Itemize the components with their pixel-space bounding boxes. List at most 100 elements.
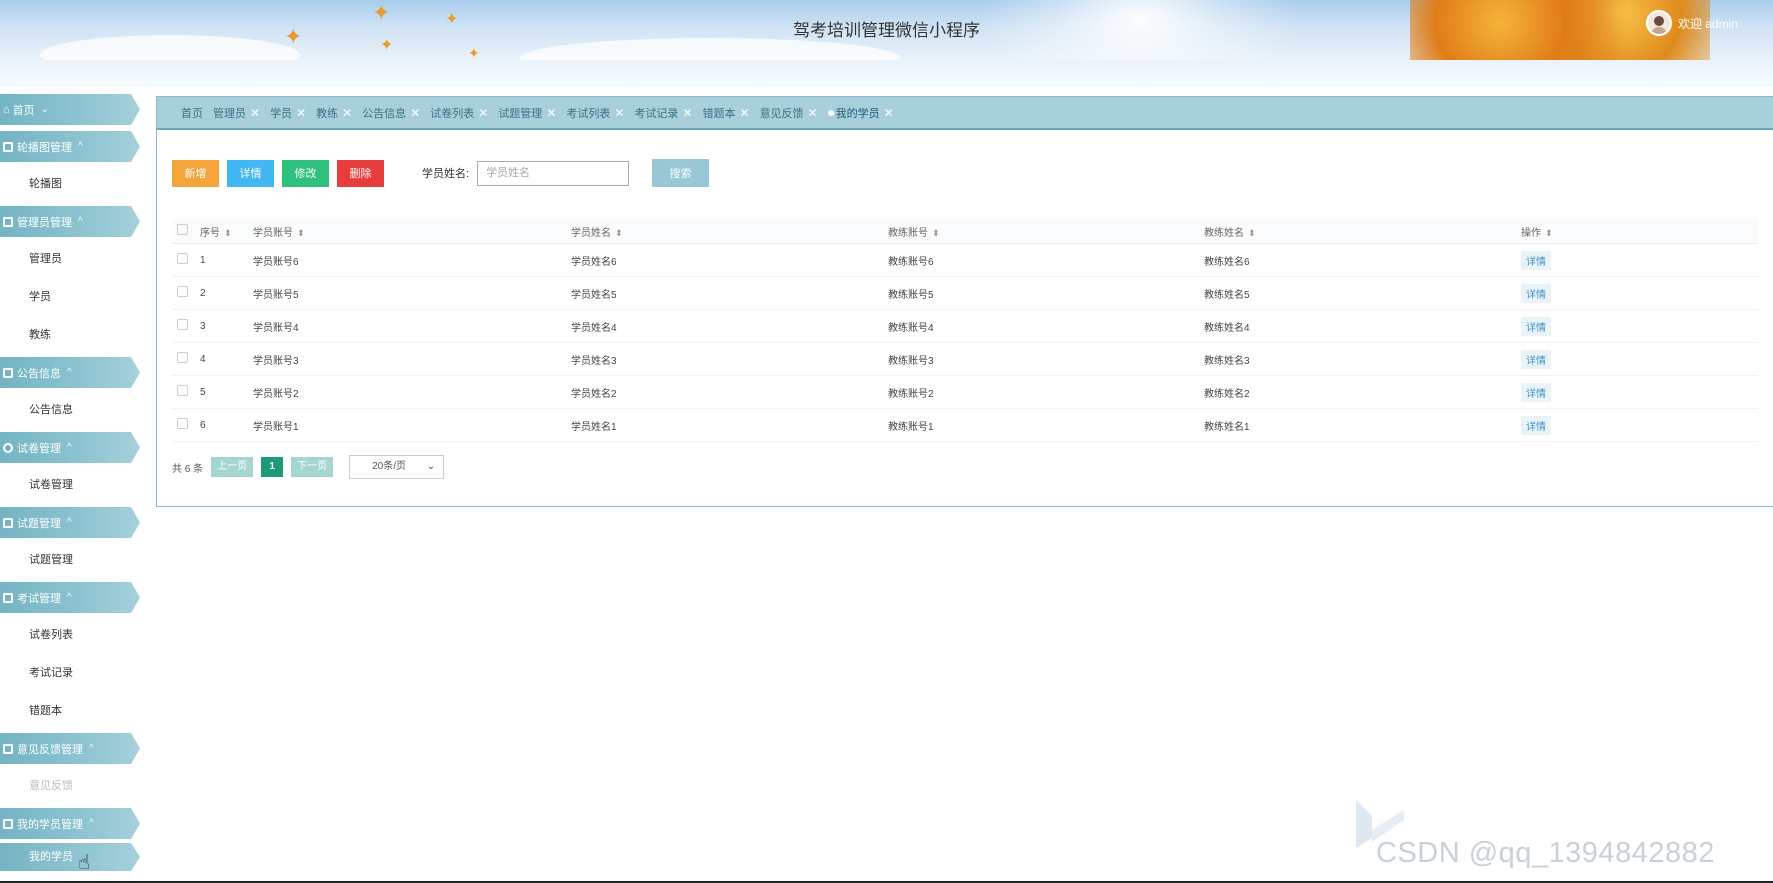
sidebar-item-feedback[interactable]: 意见反馈 [0, 770, 142, 802]
column-header-label: 操作 [1521, 227, 1541, 239]
sidebar-item-coach[interactable]: 教练 [0, 319, 142, 351]
tab-exam-list[interactable]: 考试列表 ✕ [566, 105, 624, 121]
sidebar-item-wrong-book[interactable]: 错题本 [0, 695, 142, 727]
close-icon[interactable]: ✕ [410, 106, 420, 120]
chevron-up-icon: ^ [67, 592, 72, 603]
close-icon[interactable]: ✕ [740, 106, 750, 120]
column-header-label: 学员账号 [253, 227, 293, 239]
sidebar-group-paper[interactable]: 试卷管理 ^ [0, 432, 140, 463]
search-button[interactable]: 搜索 [652, 159, 710, 187]
close-icon[interactable]: ✕ [884, 106, 894, 120]
sidebar-item-my-students[interactable]: 我的学员 [0, 843, 140, 871]
tab-wrong-book[interactable]: 错题本 ✕ [703, 105, 750, 121]
row-checkbox[interactable] [177, 418, 188, 429]
column-header[interactable]: 教练姓名 ⬍ [1204, 224, 1521, 239]
tab-feedback[interactable]: 意见反馈 ✕ [760, 105, 818, 121]
table-row[interactable]: 1 学员账号6 学员姓名6 教练账号6 教练姓名6 详情 [172, 244, 1758, 277]
row-detail-button[interactable]: 详情 [1521, 415, 1551, 435]
close-icon[interactable]: ✕ [682, 106, 692, 120]
sort-icon[interactable]: ⬍ [615, 228, 623, 238]
sidebar-group-admin[interactable]: 管理员管理 ^ [0, 206, 140, 237]
sidebar-group-exam[interactable]: 考试管理 ^ [0, 582, 140, 613]
close-icon[interactable]: ✕ [250, 106, 260, 120]
close-icon[interactable]: ✕ [342, 106, 352, 120]
row-detail-button[interactable]: 详情 [1521, 382, 1551, 402]
table-cell: 教练姓名1 [1204, 421, 1250, 433]
sidebar-group-home[interactable]: ⌂ 首页 ⌄ [0, 94, 140, 125]
pagination-total: 共 6 条 [172, 463, 204, 475]
sidebar-item-paper[interactable]: 试卷管理 [0, 469, 142, 501]
edit-button[interactable]: 修改 [282, 159, 329, 187]
table-cell: 教练账号3 [888, 355, 934, 367]
sort-icon[interactable]: ⬍ [297, 228, 305, 238]
page-number-button[interactable]: 1 [261, 457, 284, 477]
sidebar-group-my-students[interactable]: 我的学员管理 ^ [0, 808, 140, 839]
table-cell: 学员账号4 [253, 322, 299, 334]
sidebar-item-notice[interactable]: 公告信息 [0, 394, 142, 426]
tab-my-students[interactable]: 我的学员 ✕ [827, 105, 894, 121]
row-detail-button[interactable]: 详情 [1521, 316, 1551, 336]
sort-icon[interactable]: ⬍ [1545, 228, 1553, 238]
close-icon[interactable]: ✕ [808, 106, 818, 120]
add-button[interactable]: 新增 [172, 159, 219, 187]
tab-admin[interactable]: 管理员 ✕ [213, 105, 260, 121]
row-detail-button[interactable]: 详情 [1521, 349, 1551, 369]
avatar[interactable] [1645, 10, 1672, 36]
table-row[interactable]: 5 学员账号2 学员姓名2 教练账号2 教练姓名2 详情 [172, 376, 1758, 409]
tab-paper-list[interactable]: 试卷列表 ✕ [430, 105, 488, 121]
row-checkbox[interactable] [177, 286, 188, 297]
row-checkbox[interactable] [177, 352, 188, 363]
column-header[interactable]: 教练账号 ⬍ [888, 224, 1204, 239]
prev-page-button[interactable]: 上一页 [211, 457, 254, 477]
column-header[interactable]: 学员姓名 ⬍ [571, 224, 888, 239]
user-menu[interactable]: 欢迎 admin [1645, 10, 1738, 36]
tab-exam-record[interactable]: 考试记录 ✕ [634, 105, 692, 121]
column-header[interactable]: 学员账号 ⬍ [253, 224, 571, 239]
admin-icon [3, 216, 13, 227]
column-header[interactable]: 序号 ⬍ [200, 224, 253, 239]
tab-coach[interactable]: 教练 ✕ [316, 105, 352, 121]
select-all-checkbox[interactable] [177, 224, 188, 235]
sort-icon[interactable]: ⬍ [932, 228, 940, 238]
detail-button[interactable]: 详情 [227, 159, 274, 187]
close-icon[interactable]: ✕ [614, 106, 624, 120]
row-checkbox[interactable] [177, 385, 188, 396]
close-icon[interactable]: ✕ [478, 106, 488, 120]
close-icon[interactable]: ✕ [296, 106, 306, 120]
search-input[interactable] [477, 160, 630, 186]
table-cell: 教练姓名3 [1204, 355, 1250, 367]
table-row[interactable]: 3 学员账号4 学员姓名4 教练账号4 教练姓名4 详情 [172, 310, 1758, 343]
row-checkbox[interactable] [177, 319, 188, 330]
row-detail-button[interactable]: 详情 [1521, 250, 1551, 270]
sidebar-group-question[interactable]: 试题管理 ^ [0, 507, 140, 538]
hand-cursor-icon: ☝ [78, 852, 91, 874]
table-row[interactable]: 2 学员账号5 学员姓名5 教练账号5 教练姓名5 详情 [172, 277, 1758, 310]
sidebar-item-exam-record[interactable]: 考试记录 [0, 657, 142, 689]
tab-home[interactable]: 首页 [181, 105, 203, 121]
sidebar-item-admin[interactable]: 管理员 [0, 243, 142, 275]
table-cell: 教练账号5 [888, 289, 934, 301]
tab-notice[interactable]: 公告信息 ✕ [362, 105, 420, 121]
sort-icon[interactable]: ⬍ [1248, 228, 1256, 238]
row-checkbox[interactable] [177, 253, 188, 264]
sidebar-group-carousel[interactable]: 轮播图管理 ^ [0, 131, 140, 162]
welcome-text[interactable]: 欢迎 admin [1678, 15, 1738, 32]
table-row[interactable]: 6 学员账号1 学员姓名1 教练账号1 教练姓名1 详情 [172, 409, 1758, 442]
sort-icon[interactable]: ⬍ [224, 228, 232, 238]
delete-button[interactable]: 删除 [337, 159, 384, 187]
sidebar-item-question[interactable]: 试题管理 [0, 544, 142, 576]
page-size-select[interactable]: 20条/页 ⌄ [349, 455, 445, 479]
tab-student[interactable]: 学员 ✕ [270, 105, 306, 121]
sidebar-group-notice[interactable]: 公告信息 ^ [0, 357, 140, 388]
column-header[interactable]: 操作 ⬍ [1521, 224, 1721, 239]
close-icon[interactable]: ✕ [546, 106, 556, 120]
sidebar-item-carousel[interactable]: 轮播图 [0, 168, 142, 200]
next-page-button[interactable]: 下一页 [291, 457, 334, 477]
row-detail-button[interactable]: 详情 [1521, 283, 1551, 303]
sidebar-group-feedback[interactable]: 意见反馈管理 ^ [0, 733, 140, 764]
sidebar-item-exam-list[interactable]: 试卷列表 [0, 619, 142, 651]
cloud-decoration [520, 38, 900, 60]
sidebar-item-student[interactable]: 学员 [0, 281, 142, 313]
table-row[interactable]: 4 学员账号3 学员姓名3 教练账号3 教练姓名3 详情 [172, 343, 1758, 376]
tab-question[interactable]: 试题管理 ✕ [498, 105, 556, 121]
